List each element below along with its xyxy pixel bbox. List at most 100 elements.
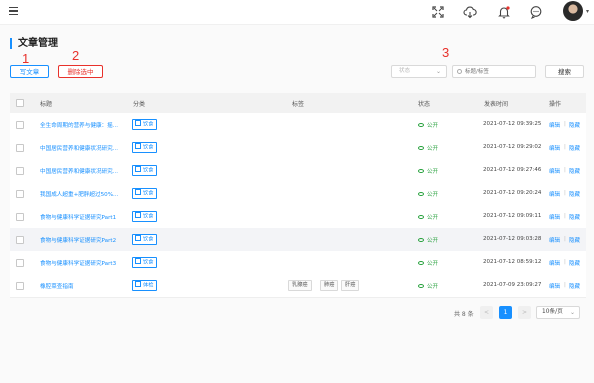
action-separator: | xyxy=(564,144,566,150)
action-separator: | xyxy=(564,167,566,173)
table-row: 食物与健康科学证据研究Part3 饮食 公开 2021-07-12 08:59:12 编… xyxy=(10,251,586,275)
row-checkbox[interactable] xyxy=(16,144,24,152)
edit-link[interactable]: 编辑 xyxy=(549,213,560,221)
action-separator: | xyxy=(564,213,566,219)
category-tag: 饮食 xyxy=(132,119,158,130)
pagination-page-1[interactable]: 1 xyxy=(499,306,512,319)
edit-link[interactable]: 编辑 xyxy=(549,121,560,129)
cloud-download-icon[interactable] xyxy=(463,5,477,19)
table-row: 中国居民营养和健康状况研究... 饮食 公开 2021-07-12 09:27:46 编… xyxy=(10,159,586,183)
article-title-link[interactable]: 橡腔菜查指南 xyxy=(40,282,122,290)
label-tag: 肺癌 xyxy=(320,280,339,291)
select-all-checkbox[interactable] xyxy=(16,99,24,107)
publish-time: 2021-07-12 09:27:46 xyxy=(483,167,542,173)
row-checkbox[interactable] xyxy=(16,282,24,290)
category-label: 饮食 xyxy=(143,190,154,197)
search-input[interactable] xyxy=(465,67,533,76)
action-separator: | xyxy=(564,190,566,196)
status-select[interactable]: 状态 ⌄ xyxy=(391,65,447,78)
article-title-link[interactable]: 中国居民营养和健康状况研究... xyxy=(40,167,122,175)
article-title-link[interactable]: 中国居民营养和健康状况研究... xyxy=(40,144,122,152)
hide-link[interactable]: 隐藏 xyxy=(569,282,580,290)
status-indicator: 公开 xyxy=(418,121,438,129)
search-button[interactable]: 搜索 xyxy=(545,65,584,78)
action-separator: | xyxy=(564,236,566,242)
avatar-dropdown-caret-icon[interactable]: ▾ xyxy=(586,8,589,15)
category-tag: 饮食 xyxy=(132,165,158,176)
table-row: 中国居民营养和健康状况研究... 饮食 公开 2021-07-12 09:29:02 编… xyxy=(10,136,586,160)
eye-icon xyxy=(418,123,424,127)
publish-time: 2021-07-12 09:20:24 xyxy=(483,190,542,196)
article-title-link[interactable]: 食物与健康科学证据研究Part3 xyxy=(40,259,122,267)
category-label: 饮食 xyxy=(143,259,154,266)
article-title-link[interactable]: 食物与健康科学证据研究Part1 xyxy=(40,213,122,221)
category-tag: 体检 xyxy=(132,280,158,291)
write-article-button[interactable]: 写文章 xyxy=(10,65,49,78)
row-checkbox[interactable] xyxy=(16,259,24,267)
row-checkbox[interactable] xyxy=(16,167,24,175)
annotation-2: 2 xyxy=(72,48,80,63)
article-title-link[interactable]: 全生命周期的营养与健康：摇... xyxy=(40,121,122,129)
status-label: 公开 xyxy=(427,284,439,290)
edit-link[interactable]: 编辑 xyxy=(549,236,560,244)
hide-link[interactable]: 隐藏 xyxy=(569,167,580,175)
publish-time: 2021-07-12 09:39:25 xyxy=(483,121,542,127)
edit-link[interactable]: 编辑 xyxy=(549,190,560,198)
edit-link[interactable]: 编辑 xyxy=(549,259,560,267)
chevron-down-icon: ⌄ xyxy=(569,309,575,316)
row-checkbox[interactable] xyxy=(16,190,24,198)
status-label: 公开 xyxy=(427,261,439,267)
status-label: 公开 xyxy=(427,123,439,129)
edit-link[interactable]: 编辑 xyxy=(549,144,560,152)
fullscreen-icon[interactable] xyxy=(431,5,445,19)
hide-link[interactable]: 隐藏 xyxy=(569,213,580,221)
message-icon[interactable] xyxy=(529,5,543,19)
row-checkbox[interactable] xyxy=(16,121,24,129)
status-label: 公开 xyxy=(427,146,439,152)
tag-icon xyxy=(135,166,141,172)
pagination-prev-button[interactable]: < xyxy=(480,306,493,319)
eye-icon xyxy=(418,261,424,265)
status-indicator: 公开 xyxy=(418,259,438,267)
article-title-link[interactable]: 我国成人超重+肥胖超过50%... xyxy=(40,190,122,198)
category-label: 饮食 xyxy=(143,167,154,174)
publish-time: 2021-07-12 09:09:11 xyxy=(483,213,542,219)
page-size-label: 10条/页 xyxy=(542,309,563,315)
category-tag: 饮食 xyxy=(132,234,158,245)
menu-toggle-icon[interactable] xyxy=(9,7,18,15)
hide-link[interactable]: 隐藏 xyxy=(569,236,580,244)
page-size-select[interactable]: 10条/页 ⌄ xyxy=(536,306,580,319)
header-category: 分类 xyxy=(133,101,146,108)
edit-link[interactable]: 编辑 xyxy=(549,167,560,175)
bell-icon[interactable] xyxy=(497,5,511,19)
hide-link[interactable]: 隐藏 xyxy=(569,121,580,129)
status-indicator: 公开 xyxy=(418,167,438,175)
eye-icon xyxy=(418,215,424,219)
pagination-total: 共 8 条 xyxy=(454,311,474,318)
header-title: 标题 xyxy=(40,101,53,108)
table-row: 食物与健康科学证据研究Part1 饮食 公开 2021-07-12 09:09:11 编… xyxy=(10,205,586,229)
hide-link[interactable]: 隐藏 xyxy=(569,259,580,267)
search-box[interactable] xyxy=(452,65,536,78)
edit-link[interactable]: 编辑 xyxy=(549,282,560,290)
tag-icon xyxy=(135,120,141,126)
annotation-1: 1 xyxy=(22,51,30,66)
table-header: 标题 分类 标签 状态 发表时间 操作 xyxy=(10,93,586,113)
table-row: 食物与健康科学证据研究Part2 饮食 公开 2021-07-12 09:03:28 编… xyxy=(10,228,586,252)
tag-icon xyxy=(135,235,141,241)
eye-icon xyxy=(418,284,424,288)
row-checkbox[interactable] xyxy=(16,236,24,244)
hide-link[interactable]: 隐藏 xyxy=(569,144,580,152)
category-label: 饮食 xyxy=(143,144,154,151)
annotation-3: 3 xyxy=(442,45,450,60)
hide-link[interactable]: 隐藏 xyxy=(569,190,580,198)
header-time: 发表时间 xyxy=(484,101,509,108)
user-avatar[interactable] xyxy=(563,1,583,21)
action-separator: | xyxy=(564,121,566,127)
delete-selected-button[interactable]: 删除选中 xyxy=(58,65,103,78)
row-checkbox[interactable] xyxy=(16,213,24,221)
eye-icon xyxy=(418,192,424,196)
pagination-next-button[interactable]: > xyxy=(518,306,531,319)
article-title-link[interactable]: 食物与健康科学证据研究Part2 xyxy=(40,236,122,244)
publish-time: 2021-07-09 23:09:27 xyxy=(483,282,542,288)
